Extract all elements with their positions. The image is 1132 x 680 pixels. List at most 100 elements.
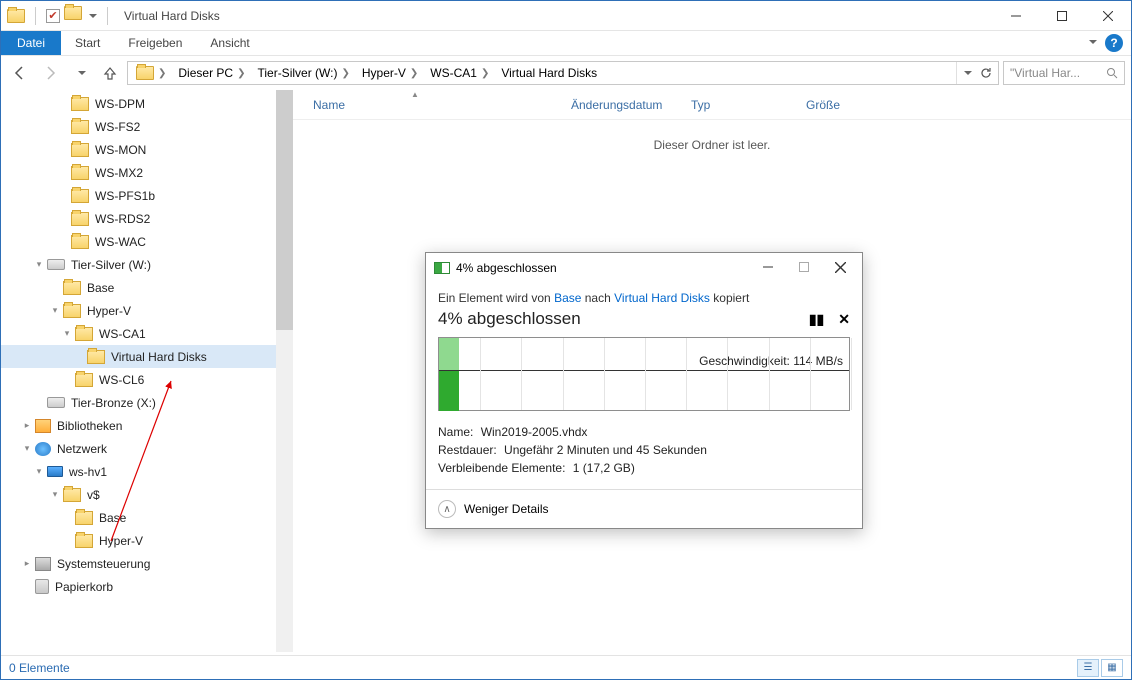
qat-new-folder-icon[interactable] [64,6,82,25]
source-link[interactable]: Base [554,291,581,305]
pause-button[interactable]: ▮▮ [809,311,824,328]
details-view-button[interactable]: ☰ [1077,659,1099,677]
recent-button[interactable] [67,60,93,86]
column-name[interactable]: Name [313,98,345,112]
graph-bar-bottom [439,371,459,411]
breadcrumb-seg[interactable]: WS-CA1 [430,66,477,80]
expand-icon[interactable]: ▾ [33,259,45,271]
tree-item[interactable]: ▸Bibliotheken [1,414,293,437]
dialog-title-bar[interactable]: 4% abgeschlossen [426,253,862,283]
tree-scrollbar-thumb[interactable] [276,90,293,330]
tree-item[interactable]: ▸Systemsteuerung [1,552,293,575]
spacer [73,351,85,363]
tree-item[interactable]: WS-FS2 [1,115,293,138]
refresh-icon[interactable] [980,67,992,79]
speed-graph: Geschwindigkeit: 114 MB/s [438,337,850,411]
expand-icon[interactable]: ▸ [21,420,33,432]
speed-label: Geschwindigkeit: 114 MB/s [699,354,843,368]
folder-icon [71,189,89,203]
tree-item-label: WS-DPM [95,97,145,111]
tree-item[interactable]: Tier-Bronze (X:) [1,391,293,414]
folder-icon [75,534,93,548]
ribbon-tab-start[interactable]: Start [61,31,114,55]
column-type[interactable]: Typ [691,98,806,112]
dialog-footer[interactable]: ∧ Weniger Details [426,489,862,528]
column-headers[interactable]: Name▲ Änderungsdatum Typ Größe [293,90,1131,120]
ribbon-tab-share[interactable]: Freigeben [114,31,196,55]
tree-item[interactable]: Papierkorb [1,575,293,598]
network-icon [35,442,51,456]
tree-item[interactable]: WS-DPM [1,92,293,115]
tree-item-label: Hyper-V [99,534,143,548]
tree-item[interactable]: Base [1,276,293,299]
expand-icon[interactable]: ▾ [49,305,61,317]
tree-item[interactable]: WS-CL6 [1,368,293,391]
dialog-close-button[interactable] [822,255,858,279]
minimize-button[interactable] [993,1,1039,30]
destination-link[interactable]: Virtual Hard Disks [614,291,710,305]
column-modified[interactable]: Änderungsdatum [571,98,691,112]
tree-item[interactable]: WS-MON [1,138,293,161]
tree-item-label: Netzwerk [57,442,107,456]
expand-icon[interactable]: ▾ [33,466,45,478]
expand-icon[interactable]: ▾ [61,328,73,340]
tree-item[interactable]: WS-RDS2 [1,207,293,230]
breadcrumb-seg[interactable]: Hyper-V [362,66,406,80]
breadcrumb-seg[interactable]: Tier-Silver (W:) [257,66,337,80]
tree-item[interactable]: ▾v$ [1,483,293,506]
addr-history-icon[interactable] [964,71,972,75]
expand-icon[interactable]: ▾ [49,489,61,501]
fewer-details-button[interactable]: Weniger Details [464,502,548,516]
tree-item[interactable]: Virtual Hard Disks [1,345,293,368]
items-remaining: 1 (17,2 GB) [573,459,635,477]
address-bar[interactable]: ❯ Dieser PC ❯ Tier-Silver (W:) ❯ Hyper-V… [127,61,999,85]
chevron-up-icon[interactable]: ∧ [438,500,456,518]
qat-properties-icon[interactable]: ✔ [46,9,60,23]
help-button[interactable]: ? [1105,34,1123,52]
tree-item[interactable]: Base [1,506,293,529]
expand-icon[interactable]: ▾ [21,443,33,455]
spacer [33,397,45,409]
tree-item-label: WS-PFS1b [95,189,155,203]
search-input[interactable]: "Virtual Har... [1003,61,1125,85]
cancel-button[interactable]: ✕ [838,311,850,328]
close-button[interactable] [1085,1,1131,30]
spacer [57,98,69,110]
qat-customize-icon[interactable] [89,14,97,18]
column-size[interactable]: Größe [806,98,870,112]
tree-item[interactable]: Hyper-V [1,529,293,552]
tree-item-label: Tier-Bronze (X:) [71,396,156,410]
folder-icon [75,327,93,341]
tree-item[interactable]: ▾WS-CA1 [1,322,293,345]
expand-icon[interactable]: ▸ [21,558,33,570]
spacer [61,535,73,547]
spacer [57,167,69,179]
tree-item[interactable]: ▾Hyper-V [1,299,293,322]
tree-item[interactable]: WS-MX2 [1,161,293,184]
dialog-minimize-button[interactable] [750,255,786,279]
maximize-button[interactable] [1039,1,1085,30]
tree-item[interactable]: WS-PFS1b [1,184,293,207]
graph-midline [439,370,849,371]
tree-item[interactable]: WS-WAC [1,230,293,253]
forward-button[interactable] [37,60,63,86]
folder-icon [75,373,93,387]
copy-dialog: 4% abgeschlossen Ein Element wird von Ba… [425,252,863,529]
dialog-maximize-button[interactable] [786,255,822,279]
tree-item[interactable]: ▾ws-hv1 [1,460,293,483]
back-button[interactable] [7,60,33,86]
spacer [61,512,73,524]
spacer [49,282,61,294]
tree-item[interactable]: ▾Tier-Silver (W:) [1,253,293,276]
navigation-tree[interactable]: WS-DPMWS-FS2WS-MONWS-MX2WS-PFS1bWS-RDS2W… [1,90,293,652]
tree-item[interactable]: ▾ Netzwerk [1,437,293,460]
breadcrumb-seg[interactable]: Virtual Hard Disks [501,66,597,80]
spacer [57,190,69,202]
ribbon-collapse-icon[interactable] [1089,40,1097,44]
breadcrumb-seg[interactable]: Dieser PC [178,66,233,80]
icons-view-button[interactable]: ▦ [1101,659,1123,677]
ribbon-tab-view[interactable]: Ansicht [196,31,263,55]
tree-item-label: WS-MON [95,143,146,157]
up-button[interactable] [97,60,123,86]
ribbon-file-tab[interactable]: Datei [1,31,61,55]
